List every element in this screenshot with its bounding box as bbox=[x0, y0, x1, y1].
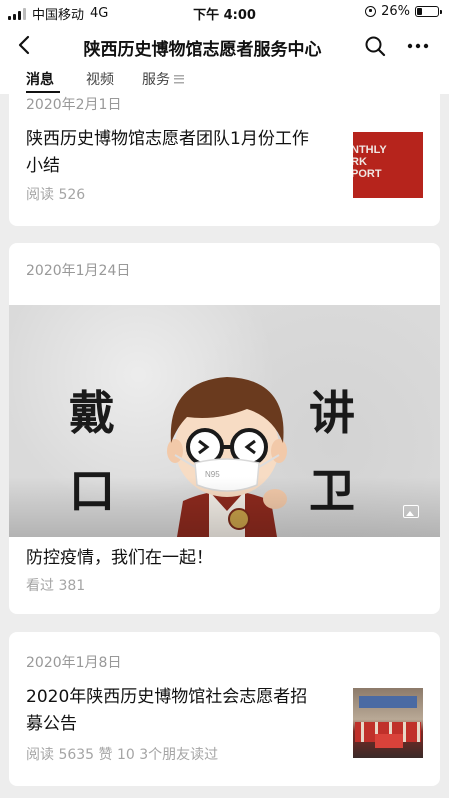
cover-shade bbox=[9, 477, 440, 537]
thumbnail-flag bbox=[375, 734, 403, 748]
back-chevron-icon[interactable] bbox=[14, 34, 36, 56]
image-icon bbox=[403, 505, 419, 518]
article-title-line: 2020年陕西历史博物馆社会志愿者招 bbox=[26, 687, 308, 707]
battery-percent: 26% bbox=[381, 4, 410, 19]
article-title: 陕西历史博物馆志愿者团队1月份工作 小结 bbox=[26, 126, 309, 180]
tab-messages[interactable]: 消息 bbox=[26, 69, 54, 89]
thumbnail-text-line: NTHLY bbox=[353, 144, 387, 156]
page-title: 陕西历史博物馆志愿者服务中心 bbox=[83, 40, 322, 60]
search-icon[interactable] bbox=[364, 35, 386, 57]
cover-char: 讲 bbox=[309, 386, 355, 440]
article-thumbnail: NTHLY RK PORT bbox=[353, 132, 423, 198]
thumbnail-text: NTHLY RK PORT bbox=[353, 144, 387, 180]
article-title-line: 募公告 bbox=[26, 714, 77, 734]
thumbnail-banner bbox=[359, 696, 417, 708]
active-tab-indicator bbox=[26, 91, 60, 93]
battery-icon bbox=[415, 6, 442, 17]
article-date: 2020年2月1日 bbox=[26, 97, 122, 113]
tab-services-label: 服务 bbox=[142, 72, 170, 88]
article-date: 2020年1月24日 bbox=[26, 263, 131, 279]
status-bar: 中国移动 4G 下午 4:00 26% bbox=[0, 0, 449, 24]
more-dots-icon[interactable] bbox=[406, 35, 430, 57]
orientation-lock-icon bbox=[365, 6, 377, 17]
article-view-count: 看过 381 bbox=[26, 578, 86, 594]
article-card[interactable]: 2020年1月8日 2020年陕西历史博物馆社会志愿者招 募公告 阅读 5635… bbox=[9, 632, 440, 786]
article-card[interactable]: 2020年1月24日 戴 口 讲 卫 N95 bbox=[9, 243, 440, 614]
article-title-line: 陕西历史博物馆志愿者团队1月份工作 bbox=[26, 129, 309, 149]
article-cover-image: 戴 口 讲 卫 N95 bbox=[9, 305, 440, 537]
article-thumbnail bbox=[353, 688, 423, 758]
article-card[interactable]: 2020年2月1日 陕西历史博物馆志愿者团队1月份工作 小结 阅读 526 NT… bbox=[9, 94, 440, 226]
nav-bar: 陕西历史博物馆志愿者服务中心 bbox=[0, 24, 449, 68]
article-title: 2020年陕西历史博物馆社会志愿者招 募公告 bbox=[26, 684, 307, 738]
tab-videos[interactable]: 视频 bbox=[86, 69, 114, 89]
article-date: 2020年1月8日 bbox=[26, 655, 122, 671]
article-title-line: 小结 bbox=[26, 156, 60, 176]
article-stats: 阅读 5635 赞 10 3个朋友读过 bbox=[26, 747, 219, 763]
status-right: 26% bbox=[365, 4, 442, 19]
battery-fill bbox=[417, 8, 422, 15]
article-read-count: 阅读 526 bbox=[26, 187, 86, 203]
thumbnail-text-line: RK bbox=[353, 156, 367, 168]
article-title: 防控疫情，我们在一起！ bbox=[26, 548, 213, 568]
tab-bar: 消息 视频 服务 bbox=[0, 68, 449, 94]
tab-services[interactable]: 服务 bbox=[142, 69, 184, 89]
cover-char: 戴 bbox=[69, 386, 115, 440]
thumbnail-text-line: PORT bbox=[353, 168, 382, 180]
menu-icon bbox=[174, 74, 184, 84]
